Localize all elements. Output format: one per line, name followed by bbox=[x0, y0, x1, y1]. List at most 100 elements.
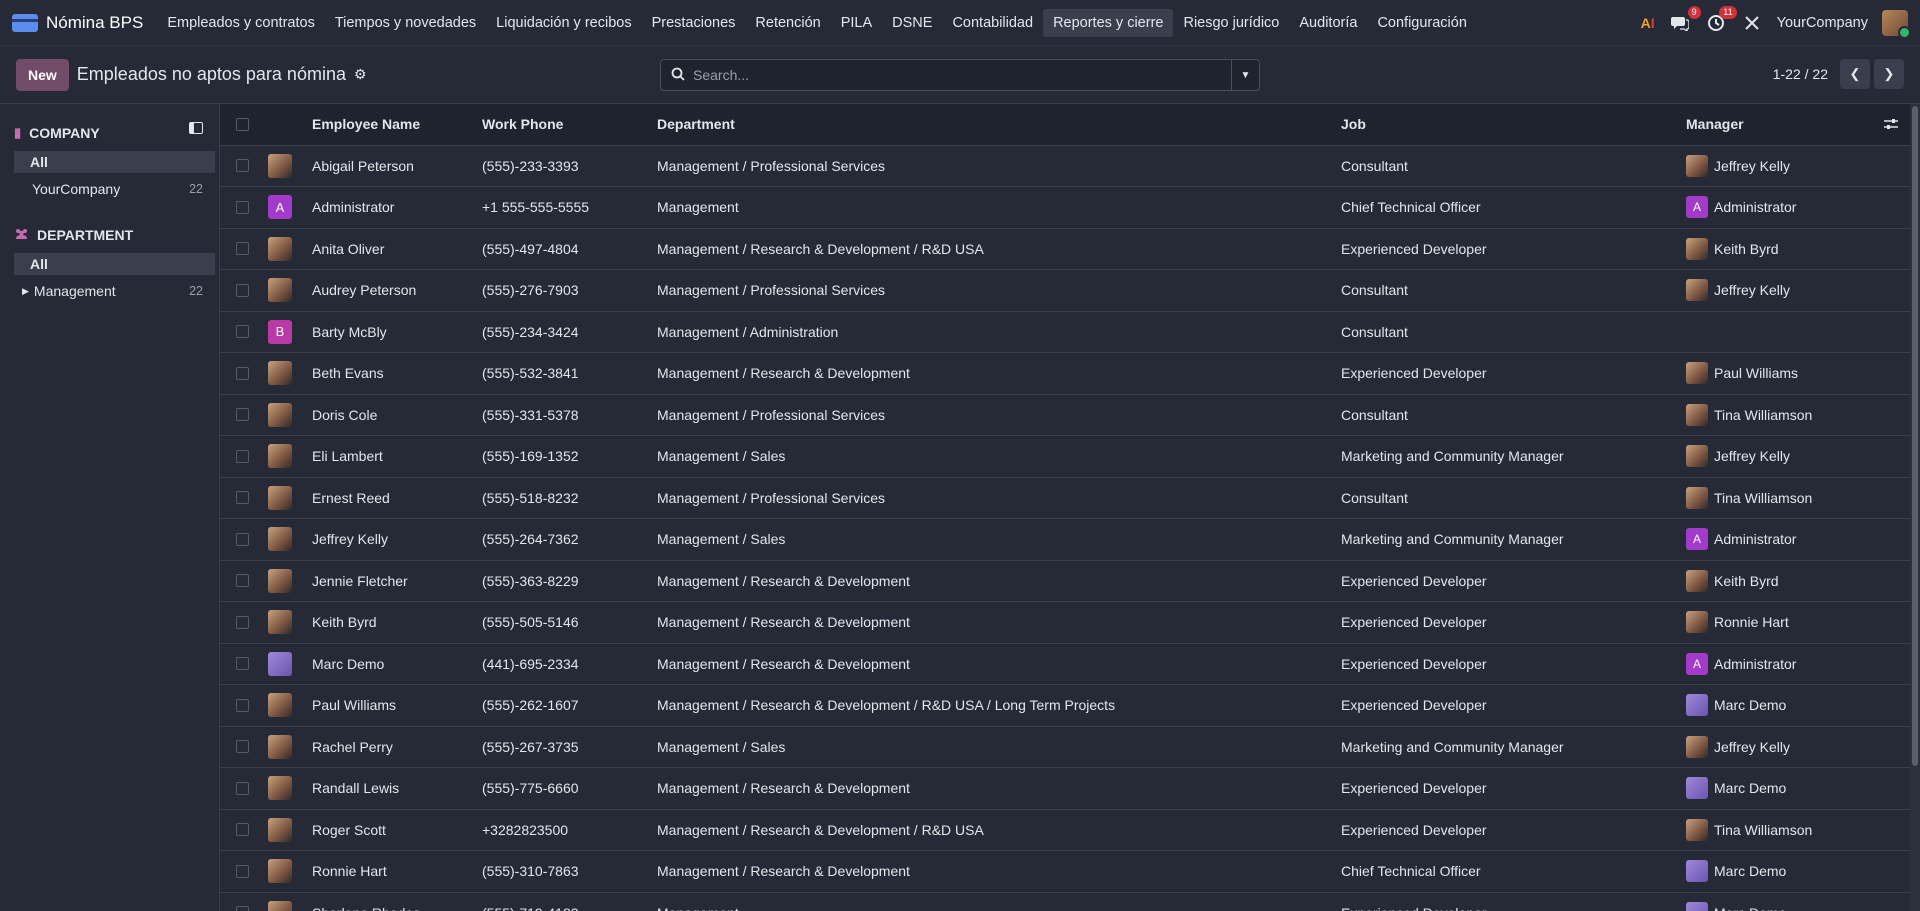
row-checkbox[interactable] bbox=[236, 532, 249, 546]
menu-item-auditoría[interactable]: Auditoría bbox=[1289, 9, 1367, 37]
menu-item-empleados-y-contratos[interactable]: Empleados y contratos bbox=[157, 9, 325, 37]
cell-phone[interactable]: (555)-267-3735 bbox=[474, 726, 649, 768]
cell-manager[interactable]: Ronnie Hart bbox=[1678, 601, 1918, 644]
cell-manager[interactable]: Paul Williams bbox=[1678, 352, 1918, 395]
cell-phone[interactable]: (555)-518-8232 bbox=[474, 477, 649, 519]
table-row[interactable]: Rachel Perry (555)-267-3735 Management / S… bbox=[220, 726, 1918, 768]
app-brand[interactable]: Nómina BPS bbox=[12, 13, 149, 33]
manager-chip[interactable]: Ronnie Hart bbox=[1686, 611, 1910, 634]
cell-dept[interactable]: Management / Research & Development bbox=[649, 643, 1333, 685]
menu-item-riesgo-jurídico[interactable]: Riesgo jurídico bbox=[1173, 9, 1289, 37]
cell-phone[interactable]: +1 555-555-5555 bbox=[474, 186, 649, 229]
table-row[interactable]: Eli Lambert (555)-169-1352 Management / Sa… bbox=[220, 435, 1918, 478]
cell-manager[interactable]: Jeffrey Kelly bbox=[1678, 269, 1918, 312]
cell-dept[interactable]: Management / Sales bbox=[649, 435, 1333, 478]
row-checkbox[interactable] bbox=[236, 864, 249, 878]
department-filter-item[interactable]: ▶ Management 22 bbox=[16, 280, 215, 302]
table-row[interactable]: Jeffrey Kelly (555)-264-7362 Management / … bbox=[220, 518, 1918, 561]
cell-job[interactable]: Marketing and Community Manager bbox=[1333, 726, 1678, 768]
ai-icon[interactable]: AI bbox=[1641, 15, 1655, 31]
messages-icon[interactable]: 9 bbox=[1669, 5, 1701, 34]
cell-phone[interactable]: (555)-775-6660 bbox=[474, 767, 649, 810]
manager-chip[interactable]: Jeffrey Kelly bbox=[1686, 735, 1910, 758]
table-row[interactable]: B Barty McBly (555)-234-3424 Management / A… bbox=[220, 311, 1918, 353]
cell-job[interactable]: Consultant bbox=[1333, 145, 1678, 187]
cell-job[interactable]: Marketing and Community Manager bbox=[1333, 518, 1678, 561]
cell-name[interactable]: Jeffrey Kelly bbox=[304, 518, 474, 561]
cell-name[interactable]: Paul Williams bbox=[304, 684, 474, 727]
cell-name[interactable]: Keith Byrd bbox=[304, 601, 474, 644]
table-row[interactable]: Audrey Peterson (555)-276-7903 Management … bbox=[220, 269, 1918, 312]
cell-dept[interactable]: Management / Research & Development bbox=[649, 767, 1333, 810]
cell-phone[interactable]: (555)-276-7903 bbox=[474, 269, 649, 312]
cell-name[interactable]: Randall Lewis bbox=[304, 767, 474, 810]
cell-manager[interactable]: A Administrator bbox=[1678, 186, 1918, 229]
table-row[interactable]: Ronnie Hart (555)-310-7863 Management / Re… bbox=[220, 850, 1918, 893]
cell-job[interactable]: Chief Technical Officer bbox=[1333, 186, 1678, 229]
cell-name[interactable]: Beth Evans bbox=[304, 352, 474, 395]
cell-job[interactable]: Experienced Developer bbox=[1333, 809, 1678, 851]
cell-job[interactable]: Experienced Developer bbox=[1333, 643, 1678, 685]
pager-previous-button[interactable]: ❮ bbox=[1840, 59, 1870, 89]
new-button[interactable]: New bbox=[16, 58, 69, 91]
cell-job[interactable]: Marketing and Community Manager bbox=[1333, 435, 1678, 478]
cell-phone[interactable]: (555)-497-4804 bbox=[474, 228, 649, 270]
cell-phone[interactable]: (555)-505-5146 bbox=[474, 601, 649, 644]
cell-manager[interactable]: Tina Williamson bbox=[1678, 477, 1918, 519]
select-all-checkbox[interactable] bbox=[236, 117, 249, 131]
row-checkbox[interactable] bbox=[236, 657, 249, 671]
cell-manager[interactable]: Marc Demo bbox=[1678, 684, 1918, 727]
menu-item-dsne[interactable]: DSNE bbox=[882, 9, 942, 37]
cell-job[interactable]: Experienced Developer bbox=[1333, 892, 1678, 911]
table-row[interactable]: Anita Oliver (555)-497-4804 Management / R… bbox=[220, 228, 1918, 270]
cell-manager[interactable]: Jeffrey Kelly bbox=[1678, 726, 1918, 768]
cell-name[interactable]: Ronnie Hart bbox=[304, 850, 474, 893]
manager-chip[interactable]: Jeffrey Kelly bbox=[1686, 154, 1910, 177]
row-checkbox[interactable] bbox=[236, 159, 249, 173]
cell-dept[interactable]: Management / Research & Development bbox=[649, 352, 1333, 395]
cell-dept[interactable]: Management / Professional Services bbox=[649, 394, 1333, 436]
pager-value[interactable]: 1-22 / 22 bbox=[1773, 66, 1828, 82]
manager-chip[interactable]: Tina Williamson bbox=[1686, 403, 1910, 426]
row-checkbox[interactable] bbox=[236, 698, 249, 712]
menu-item-tiempos-y-novedades[interactable]: Tiempos y novedades bbox=[325, 9, 486, 37]
cell-name[interactable]: Administrator bbox=[304, 186, 474, 229]
cell-phone[interactable]: (555)-233-3393 bbox=[474, 145, 649, 187]
manager-chip[interactable]: Marc Demo bbox=[1686, 777, 1910, 800]
manager-chip[interactable]: Keith Byrd bbox=[1686, 569, 1910, 592]
page-title[interactable]: Empleados no aptos para nómina bbox=[77, 64, 346, 85]
row-checkbox[interactable] bbox=[236, 200, 249, 214]
manager-chip[interactable]: A Administrator bbox=[1686, 652, 1910, 675]
company-filter-item[interactable]: YourCompany 22 bbox=[16, 178, 215, 200]
row-checkbox[interactable] bbox=[236, 823, 249, 837]
cell-dept[interactable]: Management / Professional Services bbox=[649, 477, 1333, 519]
optional-columns-icon[interactable] bbox=[1884, 117, 1898, 133]
manager-chip[interactable]: Keith Byrd bbox=[1686, 237, 1910, 260]
department-filter-item[interactable]: All bbox=[14, 253, 215, 275]
menu-item-prestaciones[interactable]: Prestaciones bbox=[642, 9, 746, 37]
cell-manager[interactable]: Keith Byrd bbox=[1678, 560, 1918, 602]
column-header-manager[interactable]: Manager bbox=[1678, 104, 1918, 146]
sidebar-collapse-icon[interactable] bbox=[189, 122, 203, 134]
cell-manager[interactable]: A Administrator bbox=[1678, 643, 1918, 685]
table-row[interactable]: Abigail Peterson (555)-233-3393 Management… bbox=[220, 145, 1918, 187]
menu-item-liquidación-y-recibos[interactable]: Liquidación y recibos bbox=[486, 9, 641, 37]
cell-manager[interactable]: Tina Williamson bbox=[1678, 809, 1918, 851]
cell-manager[interactable]: Marc Demo bbox=[1678, 850, 1918, 893]
manager-chip[interactable]: A Administrator bbox=[1686, 528, 1910, 551]
pager-next-button[interactable]: ❯ bbox=[1874, 59, 1904, 89]
table-row[interactable]: Keith Byrd (555)-505-5146 Management / Res… bbox=[220, 601, 1918, 644]
cell-phone[interactable]: (555)-169-1352 bbox=[474, 435, 649, 478]
cell-phone[interactable]: (441)-695-2334 bbox=[474, 643, 649, 685]
cell-job[interactable]: Consultant bbox=[1333, 477, 1678, 519]
row-checkbox[interactable] bbox=[236, 366, 249, 380]
row-checkbox[interactable] bbox=[236, 781, 249, 795]
cell-name[interactable]: Abigail Peterson bbox=[304, 145, 474, 187]
cell-dept[interactable]: Management / Administration bbox=[649, 311, 1333, 353]
cell-dept[interactable]: Management / Research & Development / R&… bbox=[649, 684, 1333, 727]
row-checkbox[interactable] bbox=[236, 325, 249, 339]
cell-job[interactable]: Experienced Developer bbox=[1333, 352, 1678, 395]
cell-manager[interactable]: Jeffrey Kelly bbox=[1678, 435, 1918, 478]
manager-chip[interactable]: Paul Williams bbox=[1686, 362, 1910, 385]
cell-job[interactable]: Consultant bbox=[1333, 311, 1678, 353]
